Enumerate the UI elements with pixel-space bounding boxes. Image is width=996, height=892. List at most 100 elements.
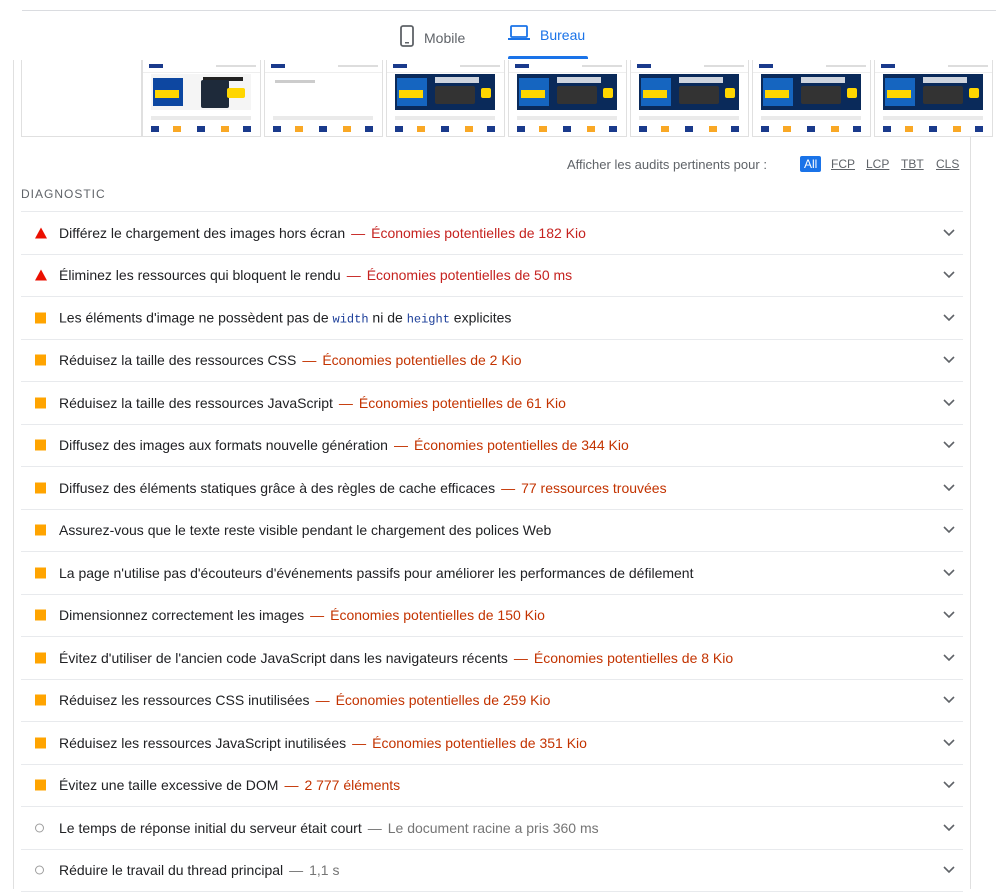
audit-title: Différez le chargement des images hors é…	[59, 225, 345, 241]
audit-detail: 1,1 s	[309, 862, 339, 878]
audit-detail: Économies potentielles de 50 ms	[367, 267, 572, 283]
audit-row[interactable]: Le temps de réponse initial du serveur é…	[21, 806, 963, 849]
audit-detail: Économies potentielles de 344 Kio	[414, 437, 629, 453]
audit-detail: Économies potentielles de 182 Kio	[371, 225, 586, 241]
audit-text: Dimensionnez correctement les images — Éco…	[59, 607, 545, 623]
audit-text: Réduisez les ressources JavaScript inuti…	[59, 735, 587, 751]
audit-text: Diffusez des images aux formats nouvelle…	[59, 437, 629, 453]
chevron-down-icon[interactable]	[943, 394, 955, 412]
info-circle-icon	[35, 823, 44, 832]
audit-detail: 77 ressources trouvées	[521, 480, 667, 496]
chevron-down-icon[interactable]	[943, 819, 955, 837]
filter-all[interactable]: All	[800, 156, 821, 172]
chevron-down-icon[interactable]	[943, 861, 955, 879]
audit-title: La page n'utilise pas d'écouteurs d'évén…	[59, 565, 693, 581]
report-border-left	[13, 60, 14, 889]
audit-separator: —	[501, 480, 515, 496]
audit-row[interactable]: Les éléments d'image ne possèdent pas de…	[21, 296, 963, 339]
tab-mobile-label: Mobile	[424, 30, 465, 46]
audit-text: Assurez-vous que le texte reste visible …	[59, 522, 551, 538]
audit-detail: Le document racine a pris 360 ms	[388, 820, 599, 836]
filter-cls[interactable]: CLS	[936, 157, 959, 171]
audit-separator: —	[302, 352, 316, 368]
chevron-down-icon[interactable]	[943, 691, 955, 709]
audit-row[interactable]: Réduisez les ressources CSS inutilisées—…	[21, 679, 963, 722]
tab-mobile[interactable]: Mobile	[400, 25, 465, 50]
chevron-down-icon[interactable]	[943, 649, 955, 667]
chevron-down-icon[interactable]	[943, 776, 955, 794]
chevron-down-icon[interactable]	[943, 351, 955, 369]
audit-detail: Économies potentielles de 150 Kio	[330, 607, 545, 623]
audit-row[interactable]: La page n'utilise pas d'écouteurs d'évén…	[21, 551, 963, 594]
chevron-down-icon[interactable]	[943, 734, 955, 752]
audit-title: Diffusez des éléments statiques grâce à …	[59, 480, 495, 496]
chevron-down-icon[interactable]	[943, 479, 955, 497]
audit-row[interactable]: Dimensionnez correctement les images — Éco…	[21, 594, 963, 637]
audit-row[interactable]: Réduire le travail du thread principal—1…	[21, 849, 963, 892]
audit-separator: —	[310, 607, 324, 623]
audit-text: Réduire le travail du thread principal—1…	[59, 862, 339, 878]
average-square-icon	[35, 525, 46, 536]
audit-separator: —	[368, 820, 382, 836]
audit-separator: —	[514, 650, 528, 666]
filmstrip-frame	[752, 60, 871, 137]
filter-fcp[interactable]: FCP	[831, 157, 855, 171]
audit-text: Évitez d'utiliser de l'ancien code JavaS…	[59, 650, 733, 666]
audit-row[interactable]: Réduisez la taille des ressources JavaSc…	[21, 381, 963, 424]
audit-title: Éliminez les ressources qui bloquent le …	[59, 267, 341, 283]
average-square-icon	[35, 440, 46, 451]
filter-lcp[interactable]: LCP	[866, 157, 889, 171]
audit-row[interactable]: Diffusez des éléments statiques grâce à …	[21, 466, 963, 509]
report-border-right	[970, 60, 971, 889]
audit-title: Réduisez la taille des ressources CSS	[59, 352, 296, 368]
audit-separator: —	[347, 267, 361, 283]
audit-separator: —	[316, 692, 330, 708]
audit-row[interactable]: Éliminez les ressources qui bloquent le …	[21, 254, 963, 297]
audit-row[interactable]: Assurez-vous que le texte reste visible …	[21, 509, 963, 552]
audit-title: Diffusez des images aux formats nouvelle…	[59, 437, 388, 453]
filmstrip-frame	[874, 60, 993, 137]
average-square-icon	[35, 780, 46, 791]
filmstrip	[21, 60, 996, 137]
audit-row[interactable]: Évitez une taille excessive de DOM—2 777…	[21, 764, 963, 807]
chevron-down-icon[interactable]	[943, 606, 955, 624]
audit-detail: Économies potentielles de 61 Kio	[359, 395, 566, 411]
audit-title-code: width	[333, 312, 369, 326]
audit-row[interactable]: Différez le chargement des images hors é…	[21, 211, 963, 254]
audit-text: La page n'utilise pas d'écouteurs d'évén…	[59, 565, 693, 581]
smartphone-icon	[400, 25, 424, 50]
filmstrip-frame	[630, 60, 749, 137]
chevron-down-icon[interactable]	[943, 564, 955, 582]
chevron-down-icon[interactable]	[943, 309, 955, 327]
audit-row[interactable]: Évitez d'utiliser de l'ancien code JavaS…	[21, 636, 963, 679]
filmstrip-frame	[264, 60, 383, 137]
chevron-down-icon[interactable]	[943, 436, 955, 454]
section-title: DIAGNOSTIC	[21, 187, 106, 201]
audit-text: Les éléments d'image ne possèdent pas de…	[59, 309, 511, 326]
chevron-down-icon[interactable]	[943, 224, 955, 242]
active-tab-indicator	[508, 56, 588, 59]
audit-text: Différez le chargement des images hors é…	[59, 225, 586, 241]
audit-text: Diffusez des éléments statiques grâce à …	[59, 480, 667, 496]
average-square-icon	[35, 482, 46, 493]
audit-text: Réduisez les ressources CSS inutilisées—…	[59, 692, 550, 708]
audit-row[interactable]: Réduisez la taille des ressources CSS — Éc…	[21, 339, 963, 382]
audit-list: Différez le chargement des images hors é…	[21, 211, 963, 892]
audit-title: Réduisez les ressources JavaScript inuti…	[59, 735, 346, 751]
audit-row[interactable]: Diffusez des images aux formats nouvelle…	[21, 424, 963, 467]
audit-title-code: height	[407, 312, 450, 326]
chevron-down-icon[interactable]	[943, 266, 955, 284]
audit-title: Dimensionnez correctement les images	[59, 607, 304, 623]
audit-detail: 2 777 éléments	[304, 777, 400, 793]
filter-tbt[interactable]: TBT	[901, 157, 924, 171]
average-square-icon	[35, 695, 46, 706]
audit-row[interactable]: Réduisez les ressources JavaScript inuti…	[21, 721, 963, 764]
audit-detail: Économies potentielles de 2 Kio	[322, 352, 521, 368]
chevron-down-icon[interactable]	[943, 521, 955, 539]
tab-desktop[interactable]: Bureau	[508, 25, 585, 44]
audit-separator: —	[352, 735, 366, 751]
average-square-icon	[35, 737, 46, 748]
audit-text: Évitez une taille excessive de DOM—2 777…	[59, 777, 400, 793]
audit-title: Assurez-vous que le texte reste visible …	[59, 522, 551, 538]
filter-label: Afficher les audits pertinents pour :	[567, 157, 767, 172]
